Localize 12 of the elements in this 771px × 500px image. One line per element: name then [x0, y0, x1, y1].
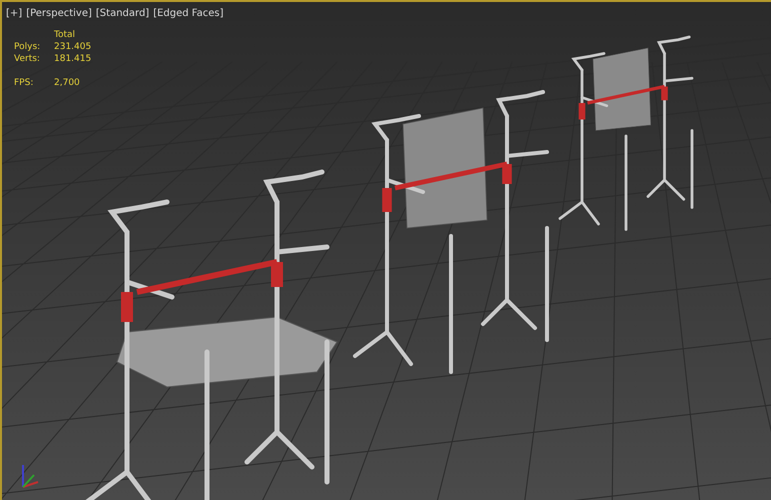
- stat-value: 231.405: [54, 41, 92, 53]
- stat-value: 181.415: [54, 53, 92, 65]
- stat-label: FPS:: [14, 77, 34, 89]
- stat-label: Polys:: [14, 41, 42, 53]
- viewport-label-menu[interactable]: [Edged Faces]: [153, 6, 224, 21]
- viewport-label-menu[interactable]: [Perspective]: [26, 6, 92, 21]
- viewport-label-menu[interactable]: [+]: [6, 6, 22, 21]
- axis-gizmo-icon: [22, 465, 38, 488]
- stats-header: Total: [54, 29, 76, 41]
- stat-label: Verts:: [14, 53, 41, 65]
- stat-value: 2,700: [54, 77, 81, 89]
- viewport-label-menu[interactable]: [Standard]: [96, 6, 150, 21]
